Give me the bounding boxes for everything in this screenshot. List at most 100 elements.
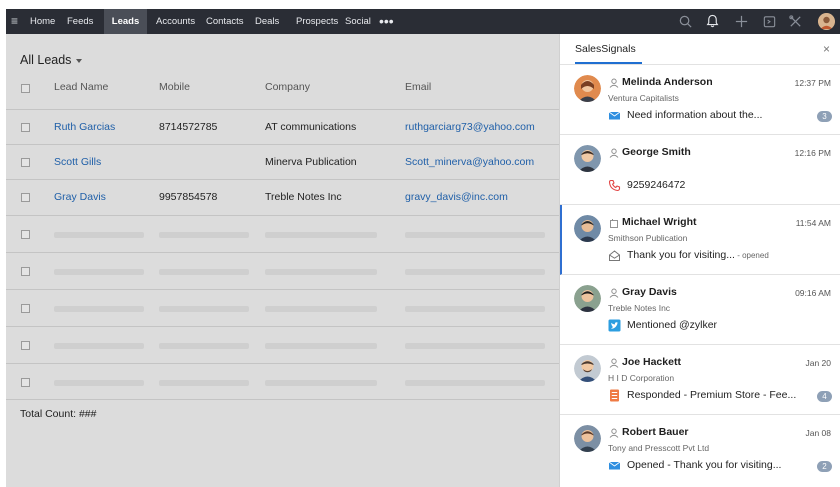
signal-item[interactable]: Robert Bauer Jan 08 Tony and Presscott P… (560, 415, 840, 485)
signal-item[interactable]: Gray Davis 09:16 AM Treble Notes Inc Men… (560, 275, 840, 345)
signal-item[interactable]: Joe Hackett Jan 20 H I D Corporation Res… (560, 345, 840, 415)
row-checkbox[interactable] (21, 304, 30, 313)
setup-tools-icon[interactable] (788, 14, 803, 29)
add-icon[interactable] (734, 14, 749, 29)
signal-time: 09:16 AM (795, 288, 831, 298)
row-checkbox[interactable] (21, 123, 30, 132)
signal-time: 12:37 PM (794, 78, 831, 88)
notifications-button[interactable] (703, 9, 723, 34)
signal-contact-name[interactable]: Robert Bauer (622, 426, 689, 438)
panel-title: SalesSignals (575, 43, 636, 55)
mail-icon (608, 461, 621, 470)
crm-app: ≡ Home Feeds Leads Accounts Contacts Dea… (6, 9, 840, 487)
table-row[interactable]: Scott Gills Minerva Publication Scott_mi… (6, 144, 559, 180)
lead-mobile: 9957854578 (159, 191, 218, 203)
unread-count-badge: 4 (817, 391, 832, 402)
signal-message-text: 9259246472 (627, 179, 686, 191)
signal-contact-name[interactable]: Joe Hackett (622, 356, 681, 368)
total-count: Total Count: ### (20, 408, 97, 420)
row-checkbox[interactable] (21, 230, 30, 239)
person-icon (609, 358, 619, 368)
sales-signals-panel: SalesSignals × Melinda Anderson 12:37 PM… (559, 34, 840, 487)
row-checkbox[interactable] (21, 341, 30, 350)
avatar (574, 75, 601, 102)
chevron-down-icon[interactable] (76, 59, 82, 63)
placeholder-row (6, 326, 559, 362)
placeholder-bar (54, 343, 144, 349)
signal-contact-name[interactable]: Melinda Anderson (622, 76, 713, 88)
signal-message: Opened - Thank you for visiting... (627, 459, 781, 471)
close-icon[interactable]: × (823, 42, 830, 56)
placeholder-bar (265, 306, 377, 312)
nav-item-contacts[interactable]: Contacts (206, 9, 244, 34)
bell-icon (706, 14, 719, 28)
avatar (574, 285, 601, 312)
row-checkbox[interactable] (21, 193, 30, 202)
signal-message-text: Thank you for visiting... (627, 249, 735, 261)
lead-email-link[interactable]: Scott_minerva@yahoo.com (405, 156, 534, 168)
signal-company: Smithson Publication (608, 233, 688, 243)
placeholder-bar (54, 380, 144, 386)
signal-time: 11:54 AM (795, 218, 831, 228)
nav-item-deals[interactable]: Deals (255, 9, 279, 34)
lead-company: Minerva Publication (265, 156, 357, 168)
signal-message: Mentioned @zylker (627, 319, 717, 331)
nav-item-feeds[interactable]: Feeds (67, 9, 93, 34)
placeholder-bar (265, 232, 377, 238)
signal-company: H I D Corporation (608, 373, 675, 383)
signal-item[interactable]: Melinda Anderson 12:37 PM Ventura Capita… (560, 65, 840, 135)
lead-name-link[interactable]: Gray Davis (54, 191, 106, 203)
nav-item-social[interactable]: Social (345, 9, 371, 34)
company-icon (610, 219, 618, 228)
signal-message-text: Opened - Thank you for visiting... (627, 459, 782, 471)
placeholder-bar (265, 380, 377, 386)
row-checkbox[interactable] (21, 378, 30, 387)
twitter-icon (608, 319, 621, 332)
placeholder-bar (265, 343, 377, 349)
signal-message-text: Mentioned @zylker (627, 319, 718, 331)
person-icon (609, 288, 619, 298)
signal-time: 12:16 PM (794, 148, 831, 158)
user-avatar[interactable] (818, 13, 835, 30)
placeholder-row (6, 252, 559, 288)
nav-item-home[interactable]: Home (30, 9, 55, 34)
lead-email-link[interactable]: gravy_davis@inc.com (405, 191, 508, 203)
table-row[interactable]: Ruth Garcias 8714572785 AT communication… (6, 109, 559, 145)
signal-company: Tony and Presscott Pvt Ltd (608, 443, 710, 453)
table-row[interactable]: Gray Davis 9957854578 Treble Notes Inc g… (6, 179, 559, 215)
signal-item[interactable]: George Smith 12:16 PM 9259246472 (560, 135, 840, 205)
signal-time: Jan 08 (805, 428, 831, 438)
column-header-email[interactable]: Email (405, 81, 431, 93)
nav-item-accounts[interactable]: Accounts (156, 9, 195, 34)
signal-contact-name[interactable]: George Smith (622, 146, 691, 158)
row-checkbox[interactable] (21, 267, 30, 276)
person-icon (609, 148, 619, 158)
column-header-lead-name[interactable]: Lead Name (54, 81, 108, 93)
lead-email-link[interactable]: ruthgarciarg73@yahoo.com (405, 121, 535, 133)
column-header-company[interactable]: Company (265, 81, 310, 93)
signal-contact-name[interactable]: Michael Wright (622, 216, 696, 228)
lead-company: Treble Notes Inc (265, 191, 342, 203)
signal-contact-name[interactable]: Gray Davis (622, 286, 677, 298)
nav-item-prospects[interactable]: Prospects (296, 9, 338, 34)
unread-count-badge: 2 (817, 461, 832, 472)
nav-item-leads[interactable]: Leads (104, 9, 147, 34)
avatar-icon (574, 75, 601, 102)
avatar-icon (574, 145, 601, 172)
calendar-icon[interactable] (762, 14, 777, 29)
more-menu-button[interactable]: ••• (379, 9, 394, 34)
signal-message: Thank you for visiting... - opened (627, 249, 769, 261)
lead-company: AT communications (265, 121, 357, 133)
column-header-mobile[interactable]: Mobile (159, 81, 190, 93)
lead-name-link[interactable]: Scott Gills (54, 156, 101, 168)
menu-icon[interactable]: ≡ (11, 14, 21, 28)
search-icon[interactable] (678, 14, 693, 29)
leads-list-view: All Leads Lead Name Mobile Company Email… (6, 34, 559, 487)
lead-mobile: 8714572785 (159, 121, 218, 133)
placeholder-bar (54, 232, 144, 238)
lead-name-link[interactable]: Ruth Garcias (54, 121, 115, 133)
select-all-checkbox[interactable] (21, 84, 30, 93)
signal-item-selected[interactable]: Michael Wright 11:54 AM Smithson Publica… (560, 205, 840, 275)
view-selector[interactable]: All Leads (20, 53, 71, 67)
row-checkbox[interactable] (21, 158, 30, 167)
